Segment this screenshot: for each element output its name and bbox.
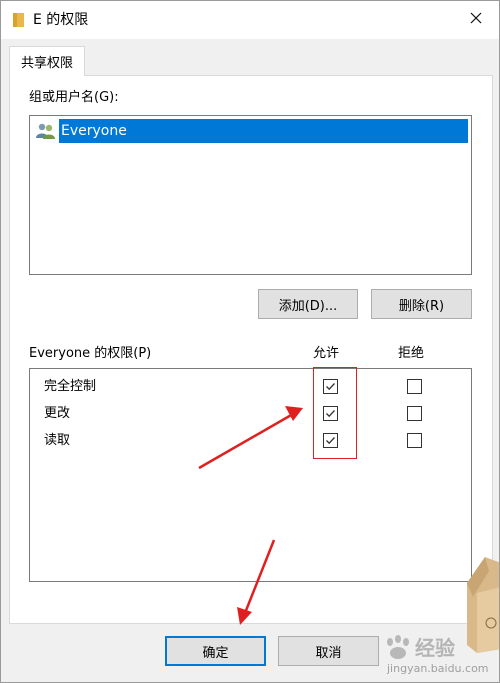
remove-button[interactable]: 删除(R) [371,289,472,319]
users-label: 组或用户名(G): [29,90,119,105]
deny-checkbox[interactable] [407,433,422,448]
users-group-icon [35,122,57,140]
permission-name: 读取 [44,433,71,448]
allow-column-header: 允许 [313,346,340,361]
permissions-list: 完全控制 更改 读取 [29,368,472,582]
add-button-label: 添加(D)... [278,298,338,314]
tab-label: 共享权限 [20,56,73,71]
folder-icon [13,13,24,27]
permission-name: 更改 [44,406,71,421]
remove-button-label: 删除(R) [398,298,445,314]
deny-checkbox[interactable] [407,379,422,394]
permission-row: 读取 [30,427,471,455]
watermark-text: 经验 [415,636,455,660]
permissions-label: Everyone 的权限(P) [29,346,152,361]
permissions-dialog: E 的权限 共享权限 组或用户名(G): Everyone 添加(D)... 删… [0,0,500,683]
tab-share-permissions[interactable]: 共享权限 [9,46,85,76]
close-icon [470,12,482,28]
title-bar: E 的权限 [1,1,499,39]
user-listbox[interactable]: Everyone [29,115,472,275]
ok-button-label: 确定 [202,645,229,661]
permission-row: 完全控制 [30,373,471,401]
permission-name: 完全控制 [44,379,97,394]
list-item-everyone[interactable]: Everyone [35,119,468,143]
annotation-highlight-box [313,367,357,459]
ok-button[interactable]: 确定 [165,636,266,666]
paw-logo-icon [387,635,409,659]
close-button[interactable] [453,1,499,39]
cancel-button[interactable]: 取消 [278,636,379,666]
add-button[interactable]: 添加(D)... [258,289,358,319]
watermark-url: jingyan.baidu.com [387,662,489,675]
user-name: Everyone [59,119,468,143]
deny-column-header: 拒绝 [398,346,425,361]
deny-checkbox[interactable] [407,406,422,421]
window-title: E 的权限 [33,12,89,28]
baidu-watermark: 经验 jingyan.baidu.com [381,634,499,682]
permission-row: 更改 [30,400,471,428]
cancel-button-label: 取消 [315,645,342,661]
